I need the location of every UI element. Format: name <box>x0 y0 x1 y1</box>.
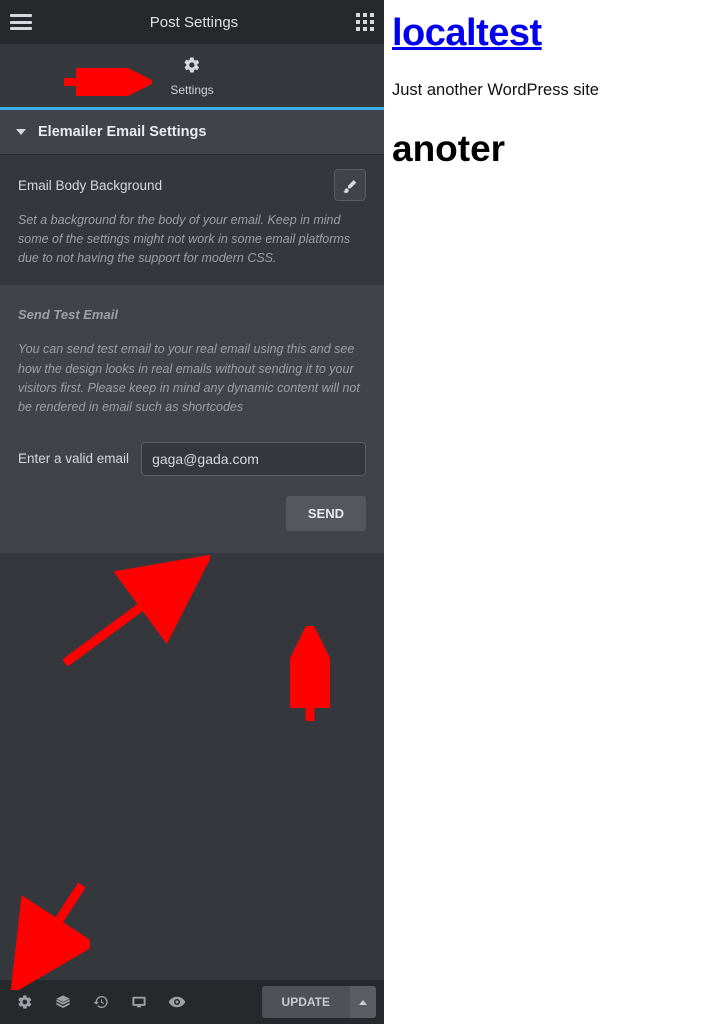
section-title: Elemailer Email Settings <box>38 124 206 140</box>
control-label: Email Body Background <box>18 178 162 193</box>
footer-preview-icon[interactable] <box>160 985 194 1019</box>
editor-panel: Post Settings Settings Elemailer Email S… <box>0 0 384 1024</box>
update-button[interactable]: UPDATE <box>262 986 350 1018</box>
update-options-button[interactable] <box>350 986 376 1018</box>
control-email-body-background: Email Body Background Set a background f… <box>0 154 384 285</box>
control-description: Set a background for the body of your em… <box>18 211 366 267</box>
menu-icon[interactable] <box>10 14 32 30</box>
panel-header: Post Settings <box>0 0 384 44</box>
update-button-group: UPDATE <box>262 986 376 1018</box>
tab-settings-label: Settings <box>170 83 213 97</box>
background-picker-button[interactable] <box>334 169 366 201</box>
brush-icon <box>342 177 358 193</box>
footer-history-icon[interactable] <box>84 985 118 1019</box>
footer-navigator-icon[interactable] <box>46 985 80 1019</box>
gear-icon <box>183 56 201 79</box>
preview-pane: localtest Just another WordPress site an… <box>384 0 716 1024</box>
send-test-description: You can send test email to your real ema… <box>18 340 366 418</box>
panel-filler <box>0 553 384 980</box>
panel-title: Post Settings <box>32 14 356 31</box>
send-test-title: Send Test Email <box>18 307 366 322</box>
footer-settings-icon[interactable] <box>8 985 42 1019</box>
section-elemailer-settings[interactable]: Elemailer Email Settings <box>0 110 384 154</box>
site-tagline: Just another WordPress site <box>392 81 708 100</box>
caret-down-icon <box>16 129 26 135</box>
apps-icon[interactable] <box>356 13 374 31</box>
tab-settings[interactable]: Settings <box>0 44 384 110</box>
caret-up-icon <box>359 1000 367 1005</box>
send-button[interactable]: SEND <box>286 496 366 531</box>
footer-responsive-icon[interactable] <box>122 985 156 1019</box>
email-input[interactable] <box>141 442 366 476</box>
email-input-label: Enter a valid email <box>18 451 129 466</box>
panel-footer: UPDATE <box>0 980 384 1024</box>
post-title: anoter <box>392 128 708 170</box>
send-test-email-block: Send Test Email You can send test email … <box>0 285 384 553</box>
site-title-link[interactable]: localtest <box>392 12 542 54</box>
